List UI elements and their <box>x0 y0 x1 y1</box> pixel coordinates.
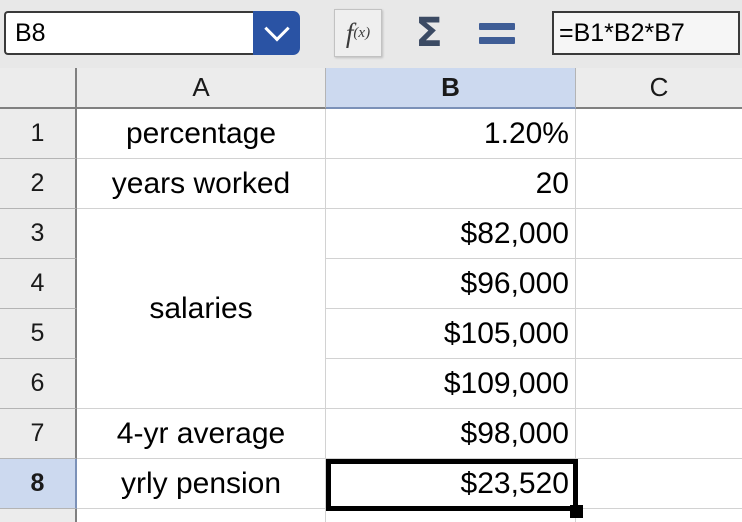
select-all-corner[interactable] <box>0 68 77 109</box>
table-row: 2 years worked 20 <box>0 159 742 209</box>
column-header-b[interactable]: B <box>326 68 576 109</box>
sigma-icon: Σ <box>415 10 443 56</box>
table-row: 7 4-yr average $98,000 <box>0 409 742 459</box>
formula-toolbar: B8 f (x) Σ =B1*B2*B7 <box>0 0 742 68</box>
name-box[interactable]: B8 <box>4 11 300 55</box>
cell-b4[interactable]: $96,000 <box>326 259 576 309</box>
table-row: 9 <box>0 509 742 522</box>
sum-button[interactable]: Σ <box>404 8 454 58</box>
spreadsheet-grid[interactable]: A B C 1 percentage 1.20% 2 years worked … <box>0 68 742 522</box>
cell-a1[interactable]: percentage <box>77 109 326 159</box>
cell-a8[interactable]: yrly pension <box>77 459 326 509</box>
cell-b7[interactable]: $98,000 <box>326 409 576 459</box>
cell-b6[interactable]: $109,000 <box>326 359 576 409</box>
cell-c2[interactable] <box>576 159 742 209</box>
function-wizard-button[interactable]: f (x) <box>334 9 382 57</box>
cell-c5[interactable] <box>576 309 742 359</box>
equals-icon-bar-top <box>479 22 515 30</box>
grid-rows: 1 percentage 1.20% 2 years worked 20 sal… <box>0 109 742 522</box>
cell-c1[interactable] <box>576 109 742 159</box>
cell-b9[interactable] <box>326 509 576 522</box>
row-header-3[interactable]: 3 <box>0 209 77 259</box>
row-header-8[interactable]: 8 <box>0 459 77 509</box>
name-box-input[interactable]: B8 <box>4 11 253 55</box>
row-header-5[interactable]: 5 <box>0 309 77 359</box>
cell-b2[interactable]: 20 <box>326 159 576 209</box>
table-row: 1 percentage 1.20% <box>0 109 742 159</box>
function-wizard-label: f <box>345 17 354 48</box>
cell-c7[interactable] <box>576 409 742 459</box>
cell-a9[interactable] <box>77 509 326 522</box>
cell-c4[interactable] <box>576 259 742 309</box>
column-header-c[interactable]: C <box>576 68 742 109</box>
fill-handle[interactable] <box>570 505 583 518</box>
equals-icon-bar-bottom <box>479 36 515 44</box>
cell-b5[interactable]: $105,000 <box>326 309 576 359</box>
table-row: 8 yrly pension $23,520 <box>0 459 742 509</box>
row-header-6[interactable]: 6 <box>0 359 77 409</box>
column-header-a[interactable]: A <box>77 68 326 109</box>
cell-b1[interactable]: 1.20% <box>326 109 576 159</box>
cell-b8[interactable]: $23,520 <box>326 459 576 509</box>
chevron-down-icon <box>263 16 290 42</box>
name-box-dropdown-button[interactable] <box>253 11 300 55</box>
column-header-row: A B C <box>0 68 742 109</box>
cell-a2[interactable]: years worked <box>77 159 326 209</box>
cell-c6[interactable] <box>576 359 742 409</box>
row-header-2[interactable]: 2 <box>0 159 77 209</box>
row-header-7[interactable]: 7 <box>0 409 77 459</box>
row-header-9[interactable]: 9 <box>0 509 77 522</box>
cell-a3-a6-merged-salaries[interactable]: salaries <box>77 209 326 409</box>
formula-input[interactable]: =B1*B2*B7 <box>552 11 740 55</box>
cell-c8[interactable] <box>576 459 742 509</box>
cell-a7[interactable]: 4-yr average <box>77 409 326 459</box>
cell-c3[interactable] <box>576 209 742 259</box>
cell-b3[interactable]: $82,000 <box>326 209 576 259</box>
function-wizard-sub-label: (x) <box>353 24 371 41</box>
row-header-1[interactable]: 1 <box>0 109 77 159</box>
cell-c9[interactable] <box>576 509 742 522</box>
row-header-4[interactable]: 4 <box>0 259 77 309</box>
formula-equals-button[interactable] <box>472 8 522 58</box>
